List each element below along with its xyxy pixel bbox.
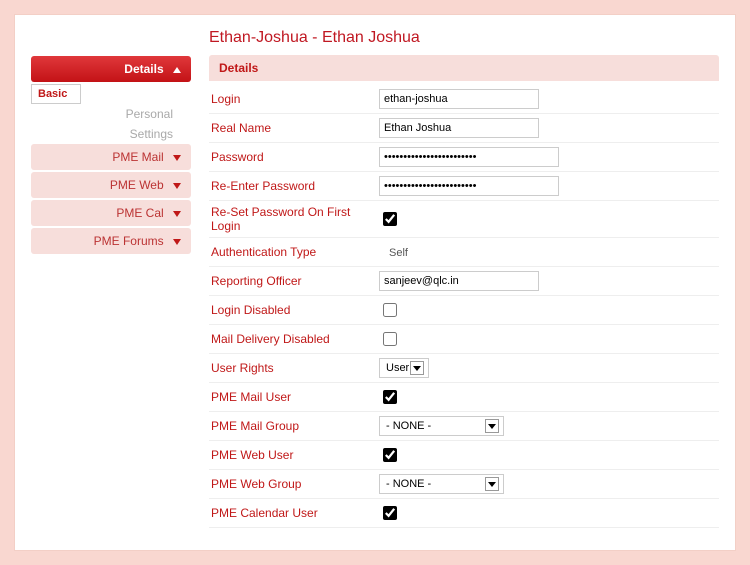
- sidebar-item-details[interactable]: Details: [31, 56, 191, 82]
- sidebar-sub-personal[interactable]: Personal: [31, 104, 191, 124]
- caret-down-icon: [173, 239, 181, 245]
- caret-down-icon: [173, 211, 181, 217]
- label-pme-web-group: PME Web Group: [209, 477, 379, 491]
- repassword-field[interactable]: [379, 176, 559, 196]
- label-repassword: Re-Enter Password: [209, 179, 379, 193]
- label-password: Password: [209, 150, 379, 164]
- password-field[interactable]: [379, 147, 559, 167]
- section-header: Details: [209, 55, 719, 81]
- sidebar-item-pme-forums[interactable]: PME Forums: [31, 228, 191, 254]
- main-panel: Ethan-Joshua - Ethan Joshua Details Logi…: [209, 29, 719, 528]
- label-auth-type: Authentication Type: [209, 245, 379, 259]
- pme-mail-group-select[interactable]: - NONE -: [379, 416, 504, 436]
- login-disabled-checkbox[interactable]: [383, 303, 397, 317]
- auth-type-value: Self: [379, 247, 408, 259]
- label-pme-mail-group: PME Mail Group: [209, 419, 379, 433]
- sidebar-label-details: Details: [124, 62, 163, 76]
- chevron-down-icon: [410, 361, 424, 375]
- label-login: Login: [209, 92, 379, 106]
- sidebar-item-pme-cal[interactable]: PME Cal: [31, 200, 191, 226]
- label-pme-mail-user: PME Mail User: [209, 390, 379, 404]
- chevron-down-icon: [485, 477, 499, 491]
- sidebar: Details Basic Personal Settings PME Mail: [31, 56, 191, 528]
- caret-down-icon: [173, 155, 181, 161]
- caret-up-icon: [173, 67, 181, 73]
- pme-calendar-user-checkbox[interactable]: [383, 506, 397, 520]
- page-title: Ethan-Joshua - Ethan Joshua: [209, 29, 719, 47]
- sidebar-item-pme-web[interactable]: PME Web: [31, 172, 191, 198]
- label-reset-first: Re-Set Password On First Login: [209, 205, 379, 233]
- mail-delivery-disabled-checkbox[interactable]: [383, 332, 397, 346]
- pme-web-group-select[interactable]: - NONE -: [379, 474, 504, 494]
- label-reporting-officer: Reporting Officer: [209, 274, 379, 288]
- sidebar-item-pme-mail[interactable]: PME Mail: [31, 144, 191, 170]
- login-field[interactable]: [379, 89, 539, 109]
- chevron-down-icon: [485, 419, 499, 433]
- real-name-field[interactable]: [379, 118, 539, 138]
- caret-down-icon: [173, 183, 181, 189]
- user-rights-select[interactable]: User: [379, 358, 429, 378]
- label-real-name: Real Name: [209, 121, 379, 135]
- label-pme-calendar-user: PME Calendar User: [209, 506, 379, 520]
- pme-web-user-checkbox[interactable]: [383, 448, 397, 462]
- reset-first-login-checkbox[interactable]: [383, 212, 397, 226]
- label-pme-web-user: PME Web User: [209, 448, 379, 462]
- pme-mail-user-checkbox[interactable]: [383, 390, 397, 404]
- label-login-disabled: Login Disabled: [209, 303, 379, 317]
- sidebar-sub-settings[interactable]: Settings: [31, 124, 191, 144]
- reporting-officer-field[interactable]: [379, 271, 539, 291]
- label-mail-delivery-disabled: Mail Delivery Disabled: [209, 332, 379, 346]
- label-user-rights: User Rights: [209, 361, 379, 375]
- sidebar-sub-basic[interactable]: Basic: [31, 84, 81, 104]
